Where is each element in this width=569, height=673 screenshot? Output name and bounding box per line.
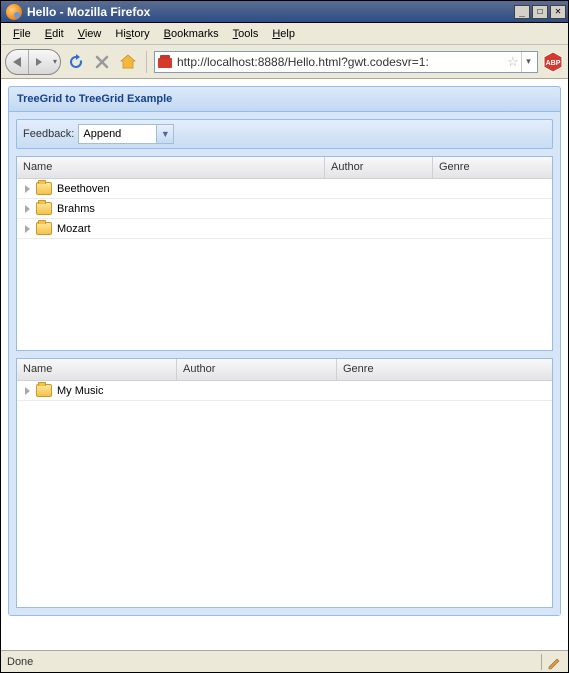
menu-edit[interactable]: Edit — [39, 26, 70, 42]
tree-row[interactable]: Beethoven — [17, 179, 552, 199]
nav-history-dropdown[interactable]: ▾ — [50, 57, 60, 66]
titlebar: Hello - Mozilla Firefox _ ☐ ✕ — [1, 1, 568, 23]
back-arrow-icon — [13, 57, 21, 67]
column-genre[interactable]: Genre — [337, 359, 552, 380]
grid-body: My Music — [17, 381, 552, 607]
maximize-button[interactable]: ☐ — [532, 5, 548, 19]
menu-help[interactable]: Help — [266, 26, 301, 42]
grid-header: Name Author Genre — [17, 157, 552, 179]
minimize-button[interactable]: _ — [514, 5, 530, 19]
reload-icon — [67, 53, 85, 71]
back-button[interactable] — [6, 50, 29, 74]
page-content: TreeGrid to TreeGrid Example Feedback: A… — [1, 79, 568, 650]
statusbar-divider — [541, 654, 542, 670]
nav-back-forward: ▾ — [5, 49, 61, 75]
folder-icon — [36, 384, 52, 397]
forward-button[interactable] — [29, 50, 51, 74]
menu-file[interactable]: File — [7, 26, 37, 42]
tree-row[interactable]: Mozart — [17, 219, 552, 239]
url-dropdown-button[interactable]: ▾ — [521, 52, 535, 72]
row-name: Beethoven — [57, 183, 110, 195]
feedback-combo-trigger[interactable]: ▼ — [156, 125, 173, 143]
tree-row[interactable]: My Music — [17, 381, 552, 401]
stop-button[interactable] — [91, 51, 113, 73]
toolbar-separator — [146, 51, 147, 73]
tree-row[interactable]: Brahms — [17, 199, 552, 219]
expand-icon[interactable] — [25, 225, 30, 233]
stop-icon — [93, 53, 111, 71]
folder-icon — [36, 222, 52, 235]
window-title: Hello - Mozilla Firefox — [25, 5, 514, 19]
example-panel: TreeGrid to TreeGrid Example Feedback: A… — [8, 86, 561, 616]
url-text[interactable]: http://localhost:8888/Hello.html?gwt.cod… — [177, 55, 505, 69]
nav-toolbar: ▾ http://localhost:8888/Hello.html?gwt.c… — [1, 45, 568, 79]
menu-view[interactable]: View — [72, 26, 108, 42]
folder-icon — [36, 182, 52, 195]
column-genre[interactable]: Genre — [433, 157, 552, 178]
menu-bookmarks[interactable]: Bookmarks — [158, 26, 225, 42]
feedback-combo[interactable]: Append ▼ — [78, 124, 174, 144]
panel-body: Feedback: Append ▼ Name Author Genre — [9, 112, 560, 615]
menu-tools[interactable]: Tools — [227, 26, 265, 42]
home-icon — [119, 53, 137, 71]
menubar: File Edit View History Bookmarks Tools H… — [1, 23, 568, 45]
expand-icon[interactable] — [25, 205, 30, 213]
svg-text:ABP: ABP — [546, 60, 561, 67]
row-name: My Music — [57, 385, 103, 397]
window-controls: _ ☐ ✕ — [514, 5, 566, 19]
status-extension-icon[interactable] — [546, 654, 562, 670]
status-text: Done — [7, 656, 537, 668]
column-author[interactable]: Author — [325, 157, 433, 178]
grid-body: Beethoven Brahms Mozart — [17, 179, 552, 350]
feedback-combo-value: Append — [79, 128, 156, 140]
column-name[interactable]: Name — [17, 359, 177, 380]
browser-window: Hello - Mozilla Firefox _ ☐ ✕ File Edit … — [0, 0, 569, 673]
site-favicon — [157, 54, 173, 70]
reload-button[interactable] — [65, 51, 87, 73]
adblock-button[interactable]: ABP — [542, 51, 564, 73]
row-name: Brahms — [57, 203, 95, 215]
column-author[interactable]: Author — [177, 359, 337, 380]
target-treegrid[interactable]: Name Author Genre My Music — [16, 358, 553, 608]
url-bar[interactable]: http://localhost:8888/Hello.html?gwt.cod… — [154, 51, 538, 73]
firefox-icon — [6, 4, 22, 20]
column-name[interactable]: Name — [17, 157, 325, 178]
folder-icon — [36, 202, 52, 215]
forward-arrow-icon — [36, 58, 42, 66]
panel-title: TreeGrid to TreeGrid Example — [9, 87, 560, 112]
source-treegrid[interactable]: Name Author Genre Beethoven — [16, 156, 553, 351]
expand-icon[interactable] — [25, 185, 30, 193]
feedback-toolbar: Feedback: Append ▼ — [16, 119, 553, 149]
menu-history[interactable]: History — [109, 26, 155, 42]
close-button[interactable]: ✕ — [550, 5, 566, 19]
grid-header: Name Author Genre — [17, 359, 552, 381]
feedback-label: Feedback: — [23, 128, 74, 140]
home-button[interactable] — [117, 51, 139, 73]
statusbar: Done — [1, 650, 568, 672]
bookmark-star-icon[interactable]: ☆ — [505, 54, 521, 70]
row-name: Mozart — [57, 223, 91, 235]
expand-icon[interactable] — [25, 387, 30, 395]
